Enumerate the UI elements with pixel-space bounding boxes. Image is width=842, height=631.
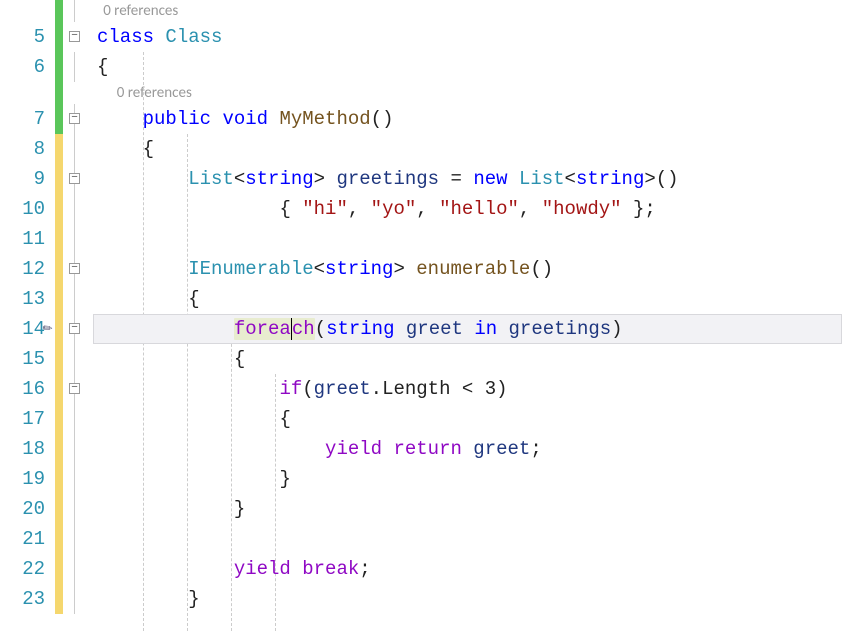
line-number: 9	[0, 164, 45, 194]
line-number: 13	[0, 284, 45, 314]
codelens-references[interactable]: 0 references	[93, 82, 842, 104]
fold-gutter: − − − − − −	[63, 0, 93, 631]
line-number: 8	[0, 134, 45, 164]
code-line[interactable]: yield return greet;	[93, 434, 842, 464]
fold-toggle[interactable]: −	[69, 113, 80, 124]
line-number: 19	[0, 464, 45, 494]
line-number: 18	[0, 434, 45, 464]
code-line[interactable]	[93, 224, 842, 254]
codelens-references[interactable]: 0 references	[93, 0, 842, 22]
code-line[interactable]: List<string> greetings = new List<string…	[93, 164, 842, 194]
fold-toggle[interactable]: −	[69, 173, 80, 184]
line-number: 12	[0, 254, 45, 284]
code-line[interactable]: class Class	[93, 22, 842, 52]
code-line[interactable]: }	[93, 494, 842, 524]
change-margin	[55, 0, 63, 631]
fold-toggle[interactable]: −	[69, 31, 80, 42]
code-line-current[interactable]: foreach(string greet in greetings)	[93, 314, 842, 344]
line-number: 21	[0, 524, 45, 554]
fold-toggle[interactable]: −	[69, 383, 80, 394]
code-line[interactable]: }	[93, 464, 842, 494]
code-line[interactable]: {	[93, 404, 842, 434]
line-number: 17	[0, 404, 45, 434]
line-number: 22	[0, 554, 45, 584]
code-line[interactable]: {	[93, 134, 842, 164]
line-number: 15	[0, 344, 45, 374]
line-number: 11	[0, 224, 45, 254]
line-number: 6	[0, 52, 45, 82]
code-line[interactable]: {	[93, 344, 842, 374]
code-editor[interactable]: 5 6 7 8 9 10 11 12 13 ✎14 15 16 17 18 19…	[0, 0, 842, 631]
line-number: 20	[0, 494, 45, 524]
line-number: 16	[0, 374, 45, 404]
code-line[interactable]: }	[93, 584, 842, 614]
fold-toggle[interactable]: −	[69, 263, 80, 274]
code-line[interactable]	[93, 524, 842, 554]
line-number: 23	[0, 584, 45, 614]
code-line[interactable]: yield break;	[93, 554, 842, 584]
code-content[interactable]: 0 references class Class { 0 references …	[93, 0, 842, 631]
code-line[interactable]: if(greet.Length < 3)	[93, 374, 842, 404]
line-number: 7	[0, 104, 45, 134]
line-number: ✎14	[0, 314, 45, 344]
code-line[interactable]: IEnumerable<string> enumerable()	[93, 254, 842, 284]
line-number: 10	[0, 194, 45, 224]
code-line[interactable]: public void MyMethod()	[93, 104, 842, 134]
fold-toggle[interactable]: −	[69, 323, 80, 334]
line-number: 5	[0, 22, 45, 52]
code-line[interactable]: {	[93, 52, 842, 82]
code-line[interactable]: {	[93, 284, 842, 314]
line-number-gutter: 5 6 7 8 9 10 11 12 13 ✎14 15 16 17 18 19…	[0, 0, 55, 631]
code-line[interactable]: { "hi", "yo", "hello", "howdy" };	[93, 194, 842, 224]
